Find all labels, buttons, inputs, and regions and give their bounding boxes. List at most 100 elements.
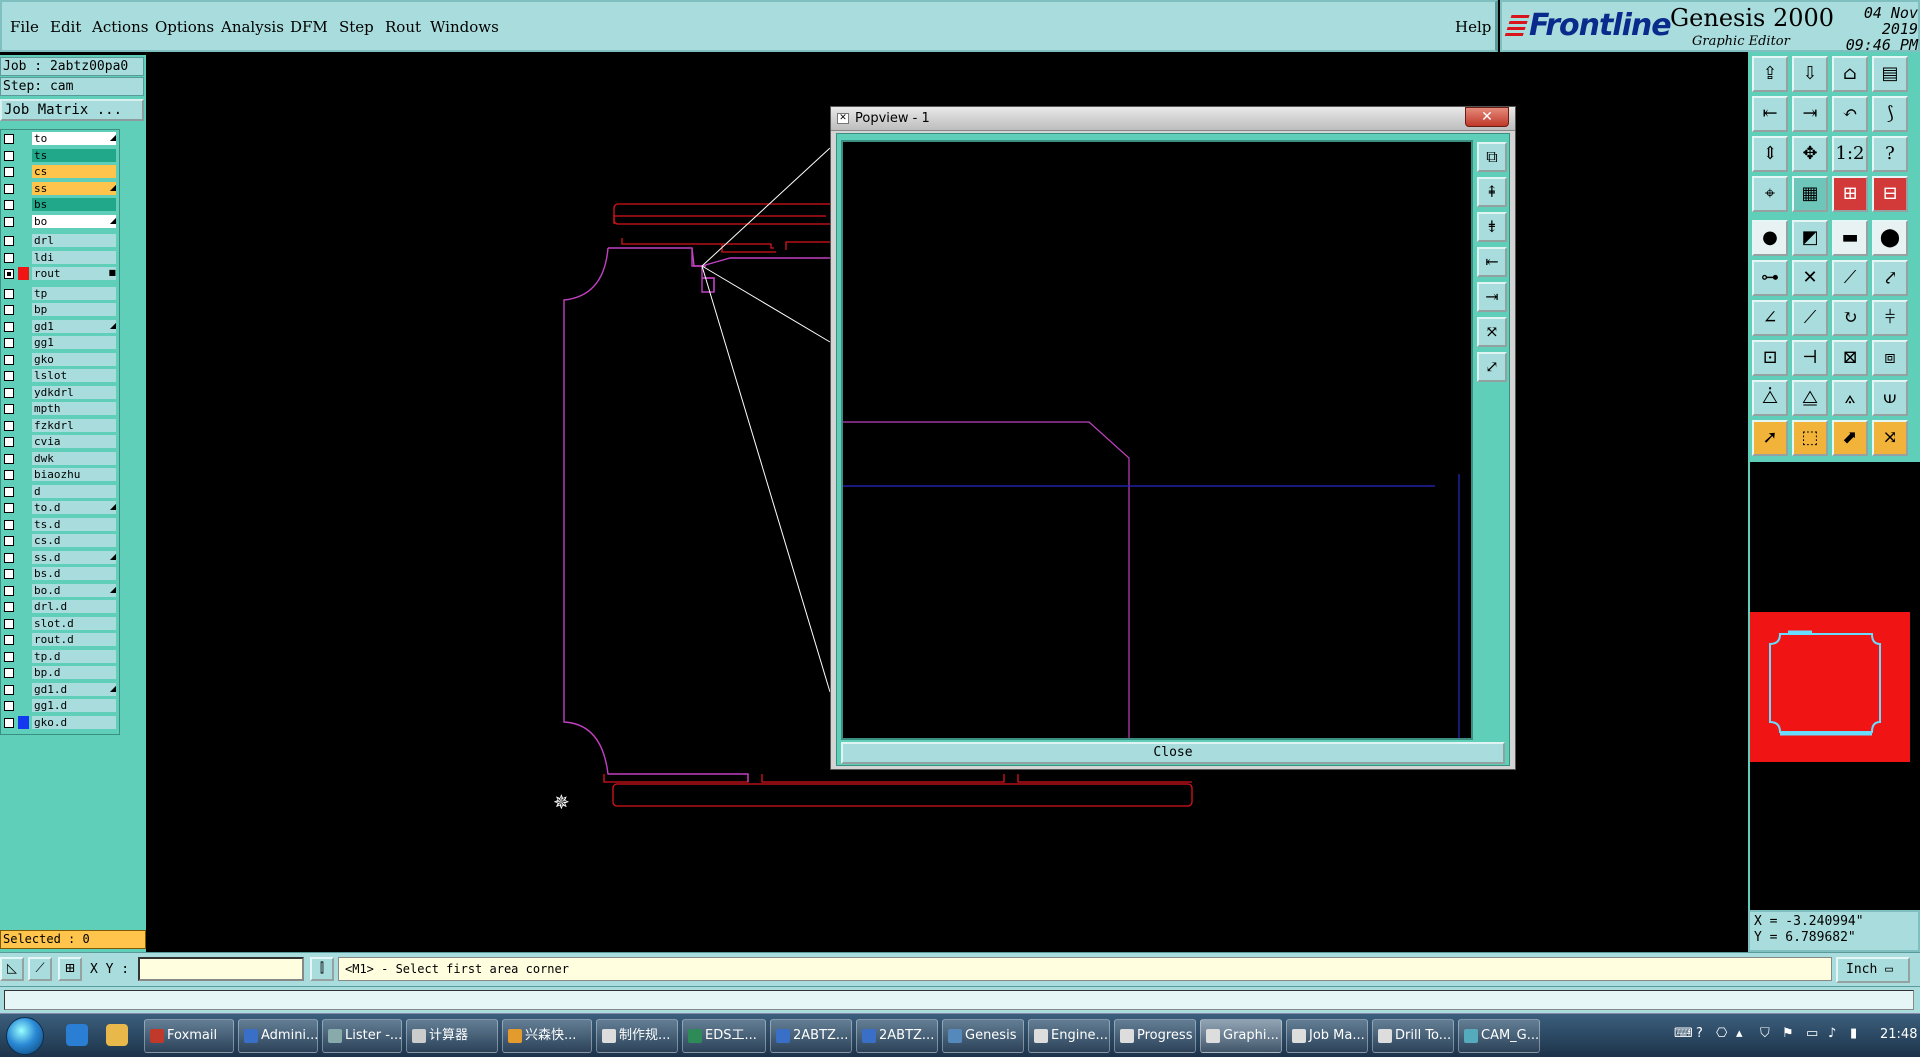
layer-checkbox[interactable] [4,371,14,381]
layer-checkbox[interactable] [4,236,14,246]
layer-color-swatch[interactable] [18,699,29,712]
layer-name[interactable]: gg1.d [32,699,116,712]
popview-close-button[interactable]: Close [841,742,1505,764]
layer-name[interactable]: bs [32,198,116,211]
layer-color-swatch[interactable] [18,148,29,162]
layer-row[interactable]: slot.d [1,616,119,631]
layer-row[interactable]: gd1 ◢ [1,319,119,334]
ie-icon[interactable] [66,1024,88,1046]
tool-add-line-icon[interactable]: ⟋ [1832,260,1868,296]
layer-name[interactable]: ydkdrl [32,385,116,399]
layer-row[interactable]: lslot [1,368,119,383]
menu-help[interactable]: Help [1455,18,1491,36]
taskbar-clock[interactable]: 21:48 [1880,1027,1917,1042]
taskbar-task[interactable]: Job Ma... [1286,1019,1368,1053]
tool-select-multi-icon[interactable]: ⤨ [1872,420,1908,456]
measure-mode-icon[interactable]: ⟋ [28,957,52,981]
layer-name[interactable]: bp [32,303,116,316]
layer-color-swatch[interactable] [18,517,29,531]
layer-color-swatch[interactable] [18,385,29,399]
layer-checkbox[interactable] [4,216,14,227]
popview-tool-pan-right-icon[interactable]: ⇥ [1477,282,1507,312]
menu-step[interactable]: Step [339,18,374,36]
layer-color-swatch[interactable] [18,484,29,498]
layer-row[interactable]: to.d ◢ [1,500,119,515]
layer-row[interactable]: bo ◢ [1,214,119,229]
xy-input[interactable] [138,957,304,981]
layer-name[interactable]: bo.d [32,583,116,597]
tool-measure-icon[interactable]: ⊞ [1832,176,1868,212]
tool-scale-icon[interactable]: 1:2 [1832,136,1868,172]
popview-tool-pan-up-icon[interactable]: ⇞ [1477,177,1507,207]
tool-hole-icon[interactable]: ⬤ [1872,220,1908,256]
layer-checkbox[interactable] [4,354,14,365]
snap-mode-icon[interactable]: ◺ [0,957,24,981]
layer-checkbox[interactable] [4,486,14,497]
layer-checkbox[interactable] [4,602,14,612]
layer-row[interactable]: gko [1,352,119,367]
layer-row[interactable]: biaozhu [1,467,119,482]
layer-checkbox[interactable] [4,569,14,579]
layer-row[interactable]: drl.d [1,599,119,614]
layer-name[interactable]: to.d [32,501,116,514]
popview-tool-pan-down-icon[interactable]: ⇟ [1477,212,1507,242]
tool-snap-icon[interactable]: ⌖ [1752,176,1788,212]
layer-color-swatch[interactable] [18,682,29,696]
layer-name[interactable]: bp.d [32,666,116,679]
tray-keyboard-icon[interactable]: ⌨ [1674,1026,1693,1041]
layer-name[interactable]: cvia [32,435,116,448]
tool-pad-icon[interactable]: ● [1752,220,1788,256]
taskbar-task[interactable]: Engine... [1028,1019,1110,1053]
tool-save-icon[interactable]: ⇩ [1792,56,1828,92]
taskbar-task[interactable]: Foxmail [144,1019,234,1053]
tool-split-icon[interactable]: ⊣ [1792,340,1828,376]
layer-checkbox[interactable] [4,404,14,414]
layer-checkbox[interactable] [4,420,14,431]
layer-checkbox[interactable] [4,305,14,315]
layer-row[interactable]: fzkdrl [1,418,119,433]
layer-row[interactable]: rout ■ [1,266,119,281]
layer-color-swatch[interactable] [18,369,29,382]
layer-checkbox[interactable] [4,717,14,728]
tool-help-icon[interactable]: ? [1872,136,1908,172]
layer-name[interactable]: gko [32,352,116,366]
tool-zoom-fit-icon[interactable]: ⇕ [1752,136,1788,172]
popview-tool-zoom-out-icon[interactable]: ⤢ [1477,352,1507,382]
tray-shield-icon[interactable]: ⛉ [1760,1026,1770,1041]
layer-checkbox[interactable] [4,519,14,530]
layer-checkbox[interactable] [4,552,14,563]
layer-row[interactable]: ts [1,148,119,163]
layer-row[interactable]: bs.d [1,566,119,581]
layer-name[interactable]: bs.d [32,567,116,580]
layer-name[interactable]: d [32,484,116,498]
layer-color-swatch[interactable] [18,468,29,481]
popview-titlebar[interactable]: ✕ Popview - 1 ✕ [831,107,1515,131]
layer-checkbox[interactable] [4,167,14,177]
layer-name[interactable]: gd1.d [32,682,116,696]
layer-name[interactable]: cs [32,165,116,178]
layer-row[interactable]: bo.d ◢ [1,583,119,598]
layer-row[interactable]: tp.d [1,649,119,664]
layer-checkbox[interactable] [4,668,14,678]
taskbar-task[interactable]: 2ABTZ... [770,1019,852,1053]
taskbar-task[interactable]: 计算器 [406,1019,498,1053]
layer-checkbox[interactable] [4,269,14,279]
menu-actions[interactable]: Actions [92,18,148,36]
layer-row[interactable]: cvia [1,434,119,449]
layer-name[interactable]: gg1 [32,336,116,349]
tool-grid-icon[interactable]: ▦ [1792,176,1828,212]
popview-tool-zoom-window-icon[interactable]: ⧉ [1477,142,1507,172]
layer-row[interactable]: rout.d [1,632,119,647]
layer-name[interactable]: slot.d [32,616,116,630]
menu-windows[interactable]: Windows [430,18,499,36]
tool-resize-icon[interactable]: ⊠ [1832,340,1868,376]
tray-display-icon[interactable]: ▭ [1806,1026,1818,1041]
layer-color-swatch[interactable] [18,319,29,333]
menu-analysis[interactable]: Analysis [221,18,284,36]
grid-mode-icon[interactable]: ⊞ [58,957,82,981]
layer-row[interactable]: drl [1,233,119,248]
layer-checkbox[interactable] [4,635,14,645]
menu-edit[interactable]: Edit [50,18,81,36]
tool-measure-alt-icon[interactable]: ⊟ [1872,176,1908,212]
layer-color-swatch[interactable] [18,567,29,580]
